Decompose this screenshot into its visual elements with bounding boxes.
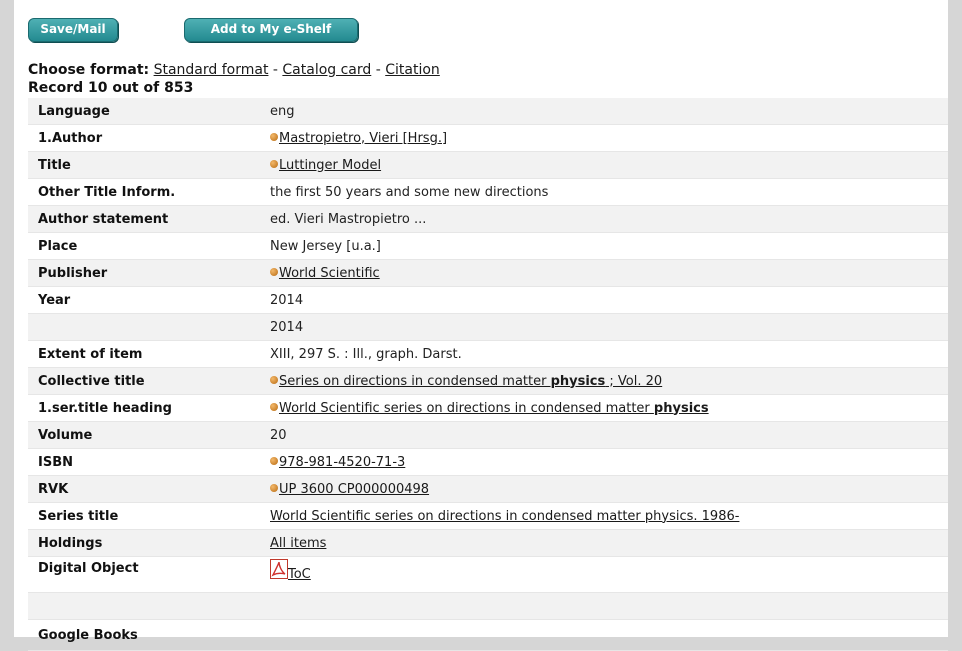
link-text: Series on directions in condensed matter bbox=[279, 373, 551, 389]
isbn-link[interactable]: 978-981-4520-71-3 bbox=[279, 455, 405, 470]
table-row: Extent of item XIII, 297 S. : Ill., grap… bbox=[28, 341, 948, 368]
page-panel: Save/Mail Add to My e-Shelf Choose forma… bbox=[14, 0, 948, 651]
field-value: 20 bbox=[270, 427, 287, 443]
table-row: Title Luttinger Model bbox=[28, 152, 948, 179]
format-chooser: Choose format: Standard format - Catalog… bbox=[28, 62, 440, 78]
field-value: the first 50 years and some new directio… bbox=[270, 184, 549, 200]
field-label: 1.Author bbox=[38, 130, 103, 146]
link-text: ; Vol. 20 bbox=[605, 373, 663, 389]
field-label: Year bbox=[38, 292, 71, 308]
bullet-icon bbox=[270, 160, 278, 168]
table-row: Year 2014 bbox=[28, 287, 948, 314]
field-label: Extent of item bbox=[38, 346, 143, 362]
field-value: XIII, 297 S. : Ill., graph. Darst. bbox=[270, 346, 462, 362]
table-row: Digital Object ToC bbox=[28, 557, 948, 593]
table-row: Volume 20 bbox=[28, 422, 948, 449]
rvk-link[interactable]: UP 3600 CP000000498 bbox=[279, 482, 429, 497]
field-label: Author statement bbox=[38, 211, 169, 227]
link-highlight: physics bbox=[653, 400, 709, 416]
field-label: 1.ser.title heading bbox=[38, 400, 172, 416]
publisher-link[interactable]: World Scientific bbox=[279, 266, 380, 281]
table-row: 1.ser.title heading World Scientific ser… bbox=[28, 395, 948, 422]
field-label: Google Books bbox=[38, 627, 138, 643]
bullet-icon bbox=[270, 403, 278, 411]
table-row: ISBN 978-981-4520-71-3 bbox=[28, 449, 948, 476]
field-value: 978-981-4520-71-3 bbox=[270, 455, 948, 470]
field-label: Publisher bbox=[38, 265, 108, 281]
table-row: Holdings All items bbox=[28, 530, 948, 557]
field-value: ToC bbox=[270, 559, 948, 582]
format-separator: - bbox=[371, 62, 386, 78]
toc-link[interactable]: ToC bbox=[270, 559, 311, 582]
field-value: UP 3600 CP000000498 bbox=[270, 482, 948, 497]
field-label: Volume bbox=[38, 427, 93, 443]
table-row: Other Title Inform. the first 50 years a… bbox=[28, 179, 948, 206]
collective-title-link[interactable]: Series on directions in condensed matter… bbox=[279, 374, 662, 389]
field-value: 2014 bbox=[270, 292, 304, 308]
table-row: Place New Jersey [u.a.] bbox=[28, 233, 948, 260]
field-label: Digital Object bbox=[38, 561, 139, 576]
table-row: 2014 bbox=[28, 314, 948, 341]
add-to-eshelf-button[interactable]: Add to My e-Shelf bbox=[184, 18, 358, 42]
catalog-card-link[interactable]: Catalog card bbox=[282, 62, 371, 78]
record-table: Language eng 1.Author Mastropietro, Vier… bbox=[28, 98, 948, 651]
table-row: 1.Author Mastropietro, Vieri [Hrsg.] bbox=[28, 125, 948, 152]
standard-format-link[interactable]: Standard format bbox=[154, 62, 269, 78]
field-value: Series on directions in condensed matter… bbox=[270, 374, 948, 389]
field-value: ed. Vieri Mastropietro ... bbox=[270, 211, 427, 227]
field-label: Language bbox=[38, 103, 110, 119]
author-link[interactable]: Mastropietro, Vieri [Hrsg.] bbox=[279, 131, 447, 146]
pdf-icon bbox=[270, 559, 288, 579]
field-label: Series title bbox=[38, 508, 119, 524]
field-value: All items bbox=[270, 536, 948, 551]
bullet-icon bbox=[270, 376, 278, 384]
bullet-icon bbox=[270, 484, 278, 492]
field-label: Place bbox=[38, 238, 78, 254]
field-value: World Scientific series on directions in… bbox=[270, 401, 948, 416]
table-row: Series title World Scientific series on … bbox=[28, 503, 948, 530]
field-label: Other Title Inform. bbox=[38, 184, 176, 200]
link-highlight: physics bbox=[550, 373, 606, 389]
field-label: Title bbox=[38, 157, 71, 173]
bullet-icon bbox=[270, 268, 278, 276]
field-value: Luttinger Model bbox=[270, 158, 948, 173]
field-value: New Jersey [u.a.] bbox=[270, 238, 381, 254]
field-label: RVK bbox=[38, 481, 69, 497]
series-title-link[interactable]: World Scientific series on directions in… bbox=[270, 509, 739, 524]
format-separator: - bbox=[268, 62, 283, 78]
field-value: World Scientific series on directions in… bbox=[270, 509, 948, 524]
table-row: Publisher World Scientific bbox=[28, 260, 948, 287]
toc-label: ToC bbox=[288, 567, 311, 582]
field-label: Holdings bbox=[38, 535, 103, 551]
table-row: Author statement ed. Vieri Mastropietro … bbox=[28, 206, 948, 233]
table-row: Google Books bbox=[28, 620, 948, 651]
field-value: Mastropietro, Vieri [Hrsg.] bbox=[270, 131, 948, 146]
field-label: Collective title bbox=[38, 373, 145, 389]
series-heading-link[interactable]: World Scientific series on directions in… bbox=[279, 401, 709, 416]
table-row: Language eng bbox=[28, 98, 948, 125]
bullet-icon bbox=[270, 457, 278, 465]
table-row: RVK UP 3600 CP000000498 bbox=[28, 476, 948, 503]
table-row: Collective title Series on directions in… bbox=[28, 368, 948, 395]
all-items-link[interactable]: All items bbox=[270, 536, 326, 551]
table-row bbox=[28, 593, 948, 620]
title-link[interactable]: Luttinger Model bbox=[279, 158, 381, 173]
link-text: World Scientific series on directions in… bbox=[279, 400, 654, 416]
bullet-icon bbox=[270, 133, 278, 141]
save-mail-button[interactable]: Save/Mail bbox=[28, 18, 118, 42]
field-value: eng bbox=[270, 103, 295, 119]
field-value: 2014 bbox=[270, 319, 304, 335]
field-label: ISBN bbox=[38, 454, 73, 470]
field-value: World Scientific bbox=[270, 266, 948, 281]
format-label: Choose format: bbox=[28, 62, 150, 78]
record-counter: Record 10 out of 853 bbox=[28, 80, 194, 96]
citation-link[interactable]: Citation bbox=[385, 62, 440, 78]
